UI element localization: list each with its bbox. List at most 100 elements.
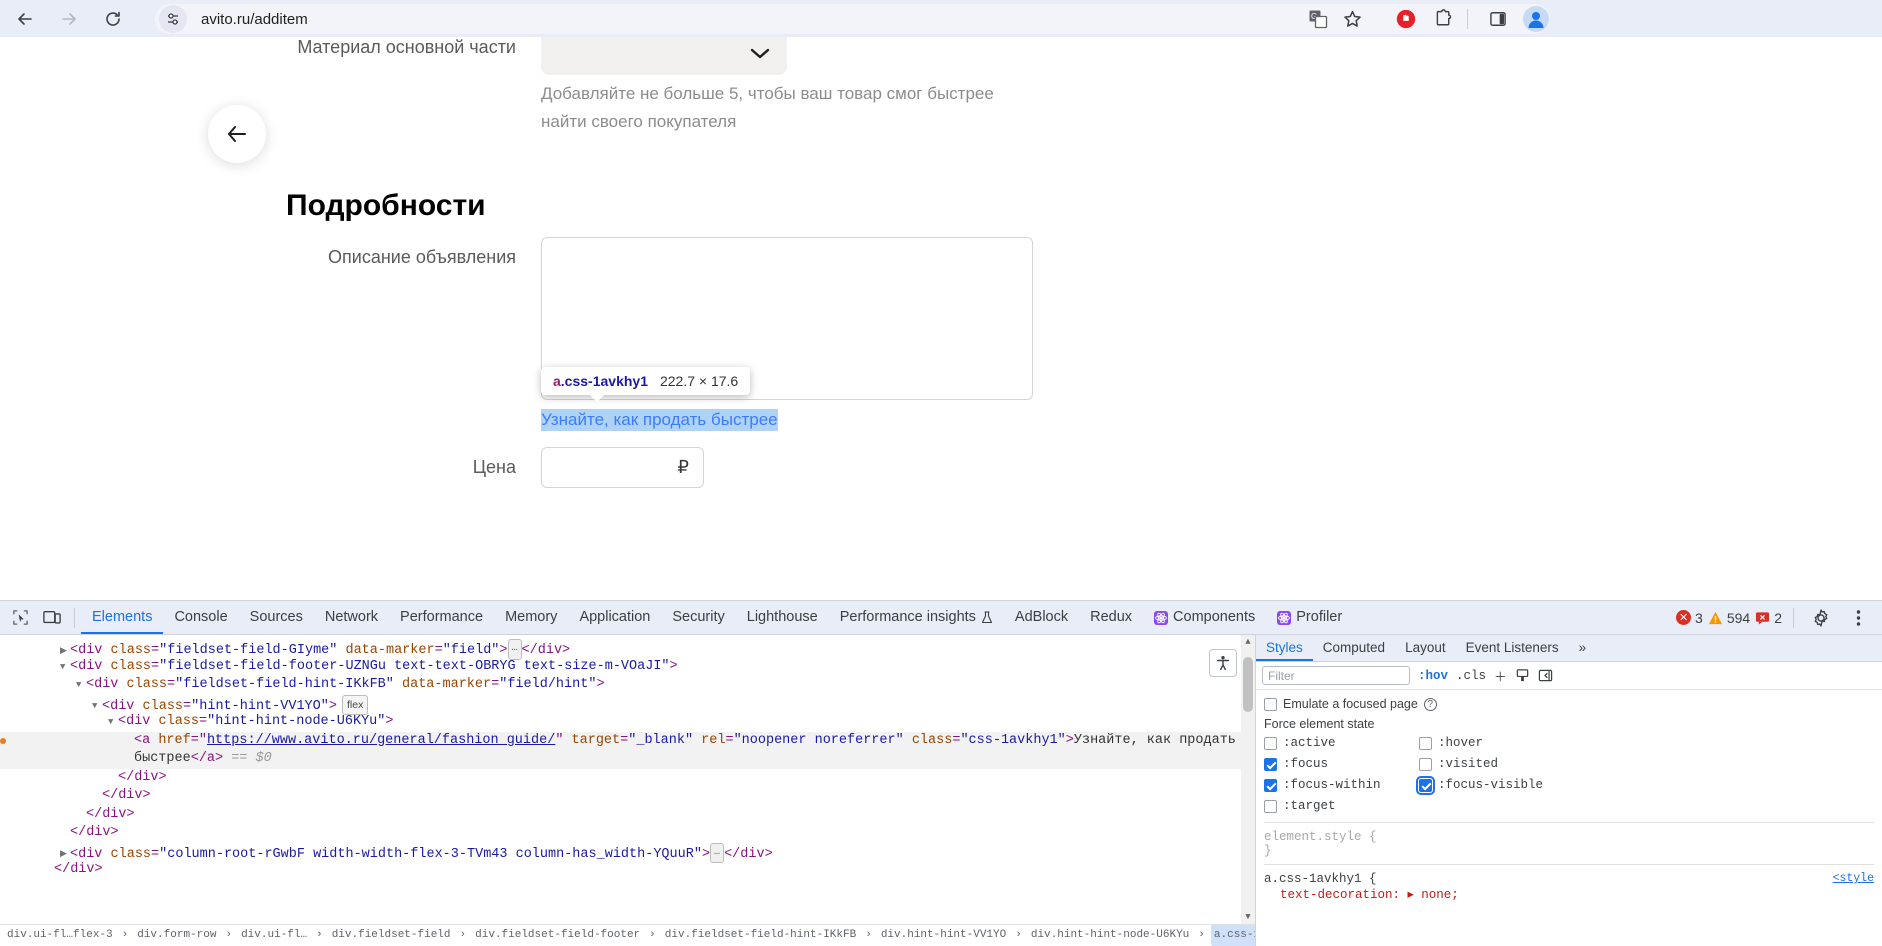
back-button[interactable]: [8, 2, 42, 36]
state-visited-row[interactable]: :visited: [1419, 757, 1874, 771]
tab-adblock[interactable]: AdBlock: [1004, 601, 1079, 634]
accessibility-button[interactable]: [1209, 649, 1237, 677]
flex-badge[interactable]: flex: [341, 694, 369, 715]
tab-console[interactable]: Console: [163, 601, 238, 634]
back-floating-button[interactable]: [208, 105, 266, 163]
breadcrumb-item[interactable]: div.hint-hint-node-U6KYu: [1028, 925, 1192, 946]
tab-elements[interactable]: Elements: [81, 601, 163, 634]
computed-styles-sidebar-icon[interactable]: [1515, 668, 1530, 683]
element-style-rule[interactable]: element.style { }: [1264, 830, 1874, 858]
collapsed-children-badge[interactable]: …: [507, 639, 522, 660]
bookmark-button[interactable]: [1336, 3, 1368, 35]
tab-event-listeners[interactable]: Event Listeners: [1456, 635, 1569, 661]
forward-button[interactable]: [52, 2, 86, 36]
price-input[interactable]: ₽: [541, 447, 704, 488]
tab-sources[interactable]: Sources: [239, 601, 314, 634]
adblock-button[interactable]: [1390, 3, 1422, 35]
translate-button[interactable]: G: [1302, 3, 1334, 35]
tab-network[interactable]: Network: [314, 601, 389, 634]
breadcrumb-item[interactable]: div.ui-fl…: [238, 925, 310, 946]
reload-button[interactable]: [96, 2, 130, 36]
state-visited-checkbox[interactable]: [1419, 757, 1432, 771]
dom-tree-pane[interactable]: ▶ <div class="fieldset-field-GIyme" data-…: [0, 635, 1255, 946]
dom-tree-line[interactable]: ▼ <div class="hint-hint-node-U6KYu">: [0, 713, 1255, 732]
dom-tree-line[interactable]: </div>: [0, 824, 1255, 843]
site-settings-icon[interactable]: [159, 5, 187, 33]
class-toggle[interactable]: .cls: [1456, 669, 1486, 683]
scrollbar-thumb[interactable]: [1243, 657, 1253, 712]
state-focus-row[interactable]: :focus: [1264, 757, 1419, 771]
state-hover-row[interactable]: :hover: [1419, 736, 1874, 750]
dom-tree-line[interactable]: </div>: [0, 861, 1255, 880]
error-badge[interactable]: ✕ 3: [1676, 610, 1703, 626]
tab-styles[interactable]: Styles: [1256, 635, 1313, 661]
sell-faster-link[interactable]: Узнайте, как продать быстрее: [541, 409, 778, 431]
scroll-down-arrow[interactable]: ▼: [1241, 910, 1255, 924]
expand-caret-icon[interactable]: ▼: [76, 676, 86, 695]
dom-tree-line[interactable]: быстрее</a> == $0: [0, 750, 1255, 769]
state-focus-visible-checkbox[interactable]: [1416, 775, 1435, 795]
breadcrumb-item[interactable]: div.fieldset-field-footer: [472, 925, 643, 946]
tab-performance[interactable]: Performance: [389, 601, 494, 634]
tab-profiler[interactable]: Profiler: [1266, 601, 1353, 634]
tab-layout[interactable]: Layout: [1395, 635, 1456, 661]
breadcrumb-item[interactable]: a.css-1avkhy1: [1210, 925, 1255, 946]
side-panel-button[interactable]: [1482, 3, 1514, 35]
force-state-toggle[interactable]: :hov: [1418, 669, 1448, 683]
inspect-element-button[interactable]: [4, 603, 36, 633]
breadcrumb-item[interactable]: div.fieldset-field-hint-IKkFB: [662, 925, 859, 946]
rule-selector[interactable]: a.css-1avkhy1 {: [1264, 872, 1874, 886]
dom-tree[interactable]: ▶ <div class="fieldset-field-GIyme" data-…: [0, 635, 1255, 880]
tab-application[interactable]: Application: [568, 601, 661, 634]
dom-tree-line[interactable]: </div>: [0, 787, 1255, 806]
state-target-row[interactable]: :target: [1264, 799, 1419, 813]
expand-caret-icon[interactable]: ▼: [60, 658, 70, 677]
toggle-sidebar-icon[interactable]: [1538, 668, 1553, 683]
emulate-focused-page-row[interactable]: Emulate a focused page ?: [1264, 697, 1874, 711]
settings-button[interactable]: [1805, 603, 1837, 633]
tab-performance-insights[interactable]: Performance insights: [829, 601, 1004, 634]
tab-components[interactable]: Components: [1143, 601, 1266, 634]
tab-lighthouse[interactable]: Lighthouse: [736, 601, 829, 634]
breadcrumb[interactable]: div.ui-fl…flex-3 › div.form-row › div.ui-fl……: [0, 924, 1255, 946]
state-hover-checkbox[interactable]: [1419, 736, 1432, 750]
breadcrumb-item[interactable]: div.ui-fl…flex-3: [4, 925, 116, 946]
tab-security[interactable]: Security: [661, 601, 735, 634]
tab-redux[interactable]: Redux: [1079, 601, 1143, 634]
style-source-link[interactable]: <style: [1833, 872, 1874, 885]
breadcrumb-item[interactable]: div.fieldset-field: [329, 925, 454, 946]
help-icon[interactable]: ?: [1423, 697, 1437, 711]
styles-filter-input[interactable]: Filter: [1262, 666, 1410, 685]
dom-token-link[interactable]: https://www.avito.ru/general/fashion_gui…: [207, 733, 555, 748]
state-focus-checkbox[interactable]: [1264, 757, 1277, 771]
warning-badge[interactable]: 594: [1708, 610, 1750, 626]
device-toolbar-button[interactable]: [36, 603, 68, 633]
rule-property[interactable]: text-decoration: ▸ none;: [1264, 886, 1874, 902]
new-style-rule-button[interactable]: ＋: [1494, 666, 1507, 685]
state-focus-within-checkbox[interactable]: [1264, 778, 1277, 792]
dom-tree-line[interactable]: ▶ <div class="fieldset-field-GIyme" data-…: [0, 639, 1255, 660]
css-rule-block[interactable]: <style a.css-1avkhy1 { text-decoration: …: [1264, 872, 1874, 902]
breadcrumb-item[interactable]: div.form-row: [134, 925, 219, 946]
dom-tree-line[interactable]: ▶ <div class="column-root-rGwbF width-wid…: [0, 842, 1255, 863]
styles-more-tabs-button[interactable]: »: [1569, 635, 1597, 661]
tab-memory[interactable]: Memory: [494, 601, 568, 634]
dom-tree-line[interactable]: </div>: [0, 769, 1255, 788]
state-focus-within-row[interactable]: :focus-within: [1264, 778, 1419, 792]
dom-tree-line[interactable]: ▼ <div class="fieldset-field-hint-IKkFB" …: [0, 676, 1255, 695]
tab-computed[interactable]: Computed: [1313, 635, 1395, 661]
state-active-row[interactable]: :active: [1264, 736, 1419, 750]
dom-tree-line[interactable]: </div>: [0, 806, 1255, 825]
expand-caret-icon[interactable]: ▼: [108, 713, 118, 732]
issues-badge[interactable]: 2: [1755, 610, 1782, 626]
scroll-up-arrow[interactable]: ▲: [1241, 635, 1255, 649]
more-options-button[interactable]: [1842, 603, 1874, 633]
breadcrumb-item[interactable]: div.hint-hint-VV1YO: [878, 925, 1009, 946]
extensions-button[interactable]: [1427, 3, 1459, 35]
profile-button[interactable]: [1520, 3, 1552, 35]
dom-tree-line[interactable]: ▼ <div class="hint-hint-VV1YO"> flex: [0, 694, 1255, 715]
dom-tree-scrollbar[interactable]: ▲ ▼: [1241, 635, 1255, 946]
state-target-checkbox[interactable]: [1264, 799, 1277, 813]
state-active-checkbox[interactable]: [1264, 736, 1277, 750]
dom-tree-line[interactable]: ▼ <div class="fieldset-field-footer-UZNGu…: [0, 658, 1255, 677]
